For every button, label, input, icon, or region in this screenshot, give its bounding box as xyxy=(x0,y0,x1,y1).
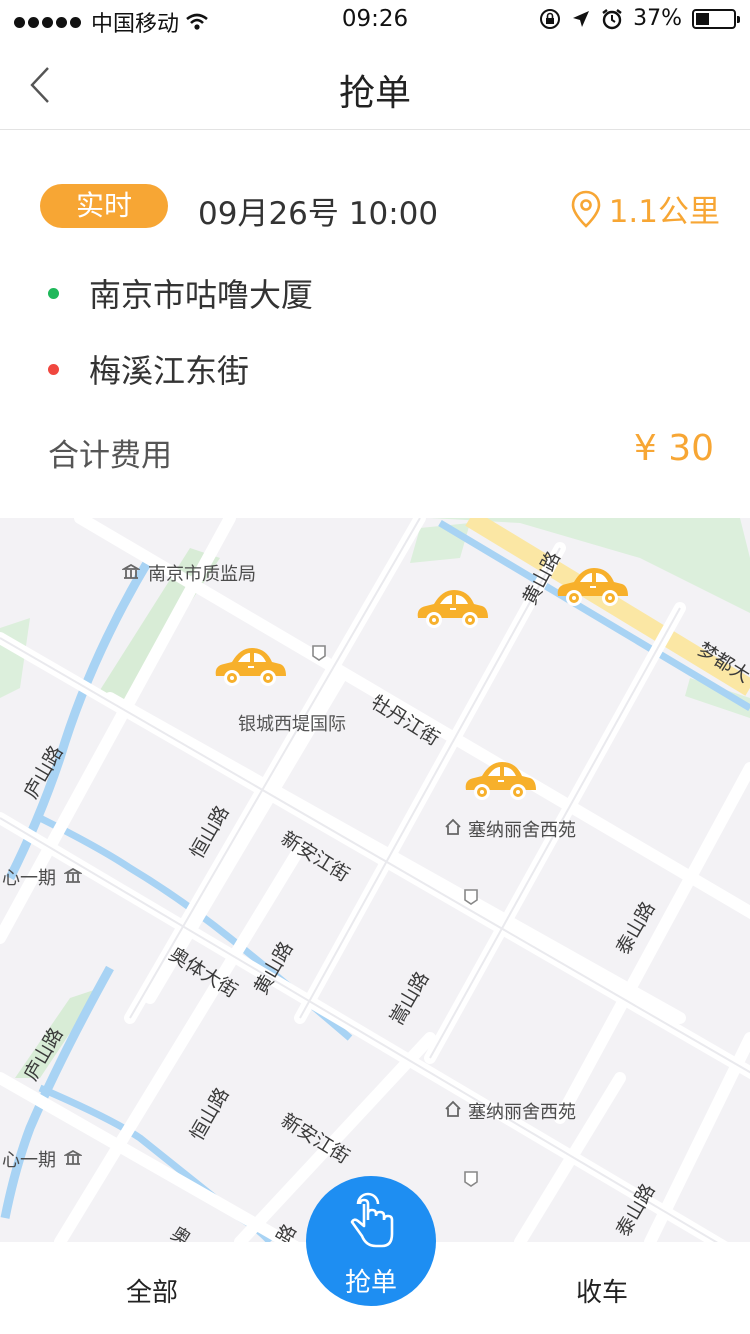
battery-percent: 37% xyxy=(633,6,682,31)
alarm-icon xyxy=(602,8,622,29)
home-icon xyxy=(445,1100,461,1117)
distance-info: 1.1公里 xyxy=(571,186,720,231)
pickup-dot-icon xyxy=(48,287,59,299)
pickup-address: 南京市咕噜大厦 xyxy=(48,270,313,316)
realtime-badge: 实时 xyxy=(40,184,168,228)
total-fee-value: ¥ 30 xyxy=(633,428,714,469)
map-marker-icon xyxy=(464,1171,478,1187)
map-marker-icon xyxy=(464,889,478,905)
status-bar: 中国移动 09:26 37% xyxy=(0,0,750,40)
page-title: 抢单 xyxy=(338,73,411,114)
poi-label: 南京市质监局 xyxy=(148,564,256,585)
car-icon[interactable] xyxy=(462,756,538,806)
car-icon[interactable] xyxy=(414,584,490,634)
car-icon[interactable] xyxy=(212,642,288,692)
grab-order-label: 抢单 xyxy=(344,1268,397,1298)
distance-value: 1.1公里 xyxy=(608,194,720,230)
map-background xyxy=(0,518,750,1242)
map-marker-icon xyxy=(312,645,326,661)
rotation-lock-icon xyxy=(540,8,561,29)
poi-label: 心一期 xyxy=(2,868,56,889)
poi-label: 塞纳丽舍西苑 xyxy=(468,820,576,841)
home-icon xyxy=(445,818,461,835)
total-fee-label: 合计费用 xyxy=(48,438,172,474)
poi-label: 心一期 xyxy=(2,1150,56,1171)
pickup-address-text: 南京市咕噜大厦 xyxy=(89,276,314,314)
tab-all[interactable]: 全部 xyxy=(126,1272,178,1309)
tab-close-car[interactable]: 收车 xyxy=(576,1272,628,1309)
map-view[interactable]: 南京市质监局 银城西堤国际 塞纳丽舍西苑 心一期 塞纳丽舍西苑 心一期 黄山路 … xyxy=(0,518,750,1242)
dropoff-address: 梅溪江东街 xyxy=(48,346,249,392)
order-time: 09月26号 10:00 xyxy=(198,196,439,232)
dropoff-dot-icon xyxy=(48,363,59,375)
hand-tap-icon xyxy=(350,1192,394,1248)
building-icon xyxy=(64,1149,82,1165)
nav-bar: 抢单 xyxy=(0,40,750,130)
poi-label: 银城西堤国际 xyxy=(238,714,346,735)
building-icon xyxy=(64,867,82,883)
location-pin-icon xyxy=(571,190,600,228)
building-icon xyxy=(122,563,140,579)
dropoff-address-text: 梅溪江东街 xyxy=(89,352,250,390)
battery-icon xyxy=(692,8,740,29)
car-icon[interactable] xyxy=(554,562,630,612)
poi-label: 塞纳丽舍西苑 xyxy=(468,1102,576,1123)
location-arrow-icon xyxy=(573,10,590,27)
grab-order-button[interactable]: 抢单 xyxy=(306,1176,436,1306)
